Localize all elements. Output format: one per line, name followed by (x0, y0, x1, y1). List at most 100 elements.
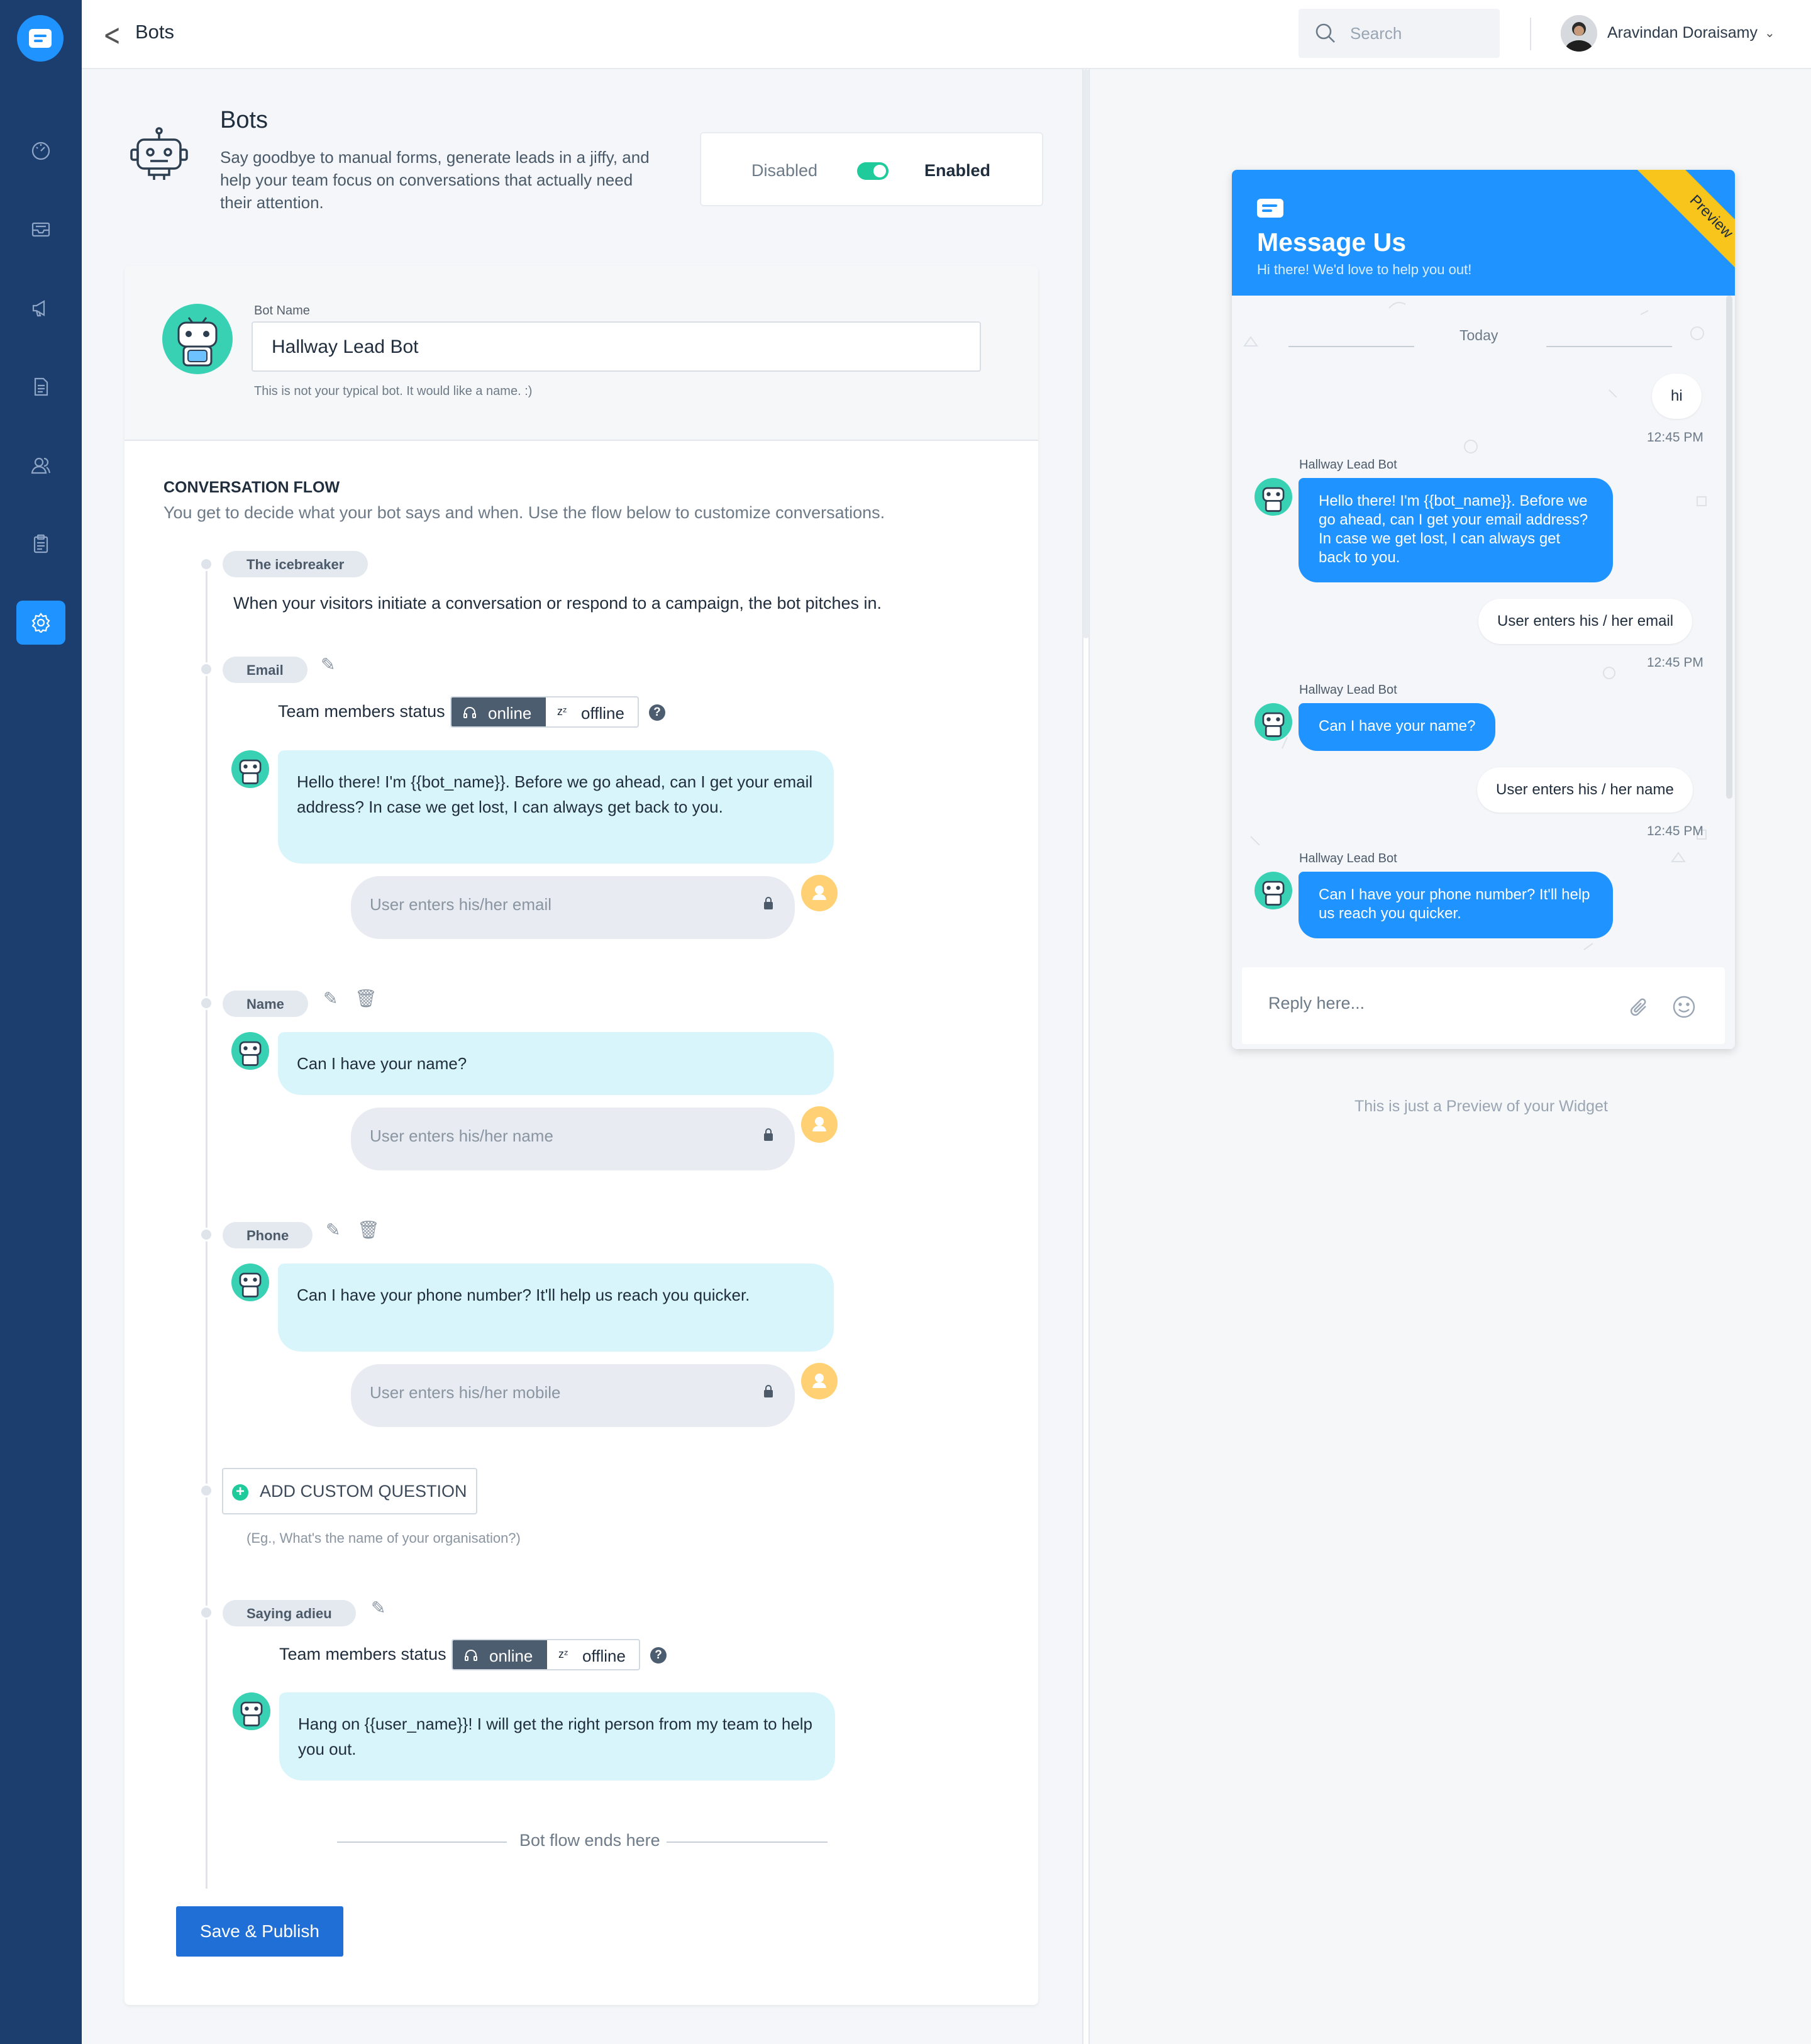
bot-message: Can I have your name? (1299, 703, 1496, 751)
preview-note: This is just a Preview of your Widget (1354, 1097, 1608, 1115)
preview-ribbon-label: Preview (1686, 191, 1735, 242)
user-message: hi (1652, 374, 1702, 419)
user-avatar-icon (801, 1363, 838, 1399)
bot-name-hint: This is not your typical bot. It would l… (254, 384, 533, 398)
edit-icon[interactable]: ✎ (321, 654, 335, 675)
edit-icon[interactable]: ✎ (323, 988, 338, 1009)
reply-placeholder: Reply here... (1268, 994, 1365, 1013)
help-icon[interactable]: ? (650, 1647, 667, 1664)
bot-avatar-icon (233, 1692, 270, 1730)
online-label: online (488, 704, 532, 723)
clipboard-icon[interactable] (16, 522, 65, 566)
enabled-label: Enabled (924, 161, 991, 180)
timeline-dot (199, 1606, 213, 1619)
chevron-down-icon[interactable]: ⌄ (1764, 25, 1775, 41)
status-online-button[interactable]: online (451, 697, 546, 726)
settings-icon[interactable] (16, 601, 65, 645)
disabled-label: Disabled (751, 161, 818, 180)
lock-icon (764, 1385, 773, 1397)
attachment-icon[interactable] (1628, 996, 1651, 1019)
bot-message-phone[interactable]: Can I have your phone number? It'll help… (278, 1264, 834, 1352)
avatar[interactable] (1561, 15, 1597, 52)
end-divider-right (664, 1841, 828, 1843)
team-status-label: Team members status (279, 1645, 446, 1664)
conversation-flow-description: You get to decide what your bot says and… (163, 503, 885, 522)
page-title: Bots (135, 21, 175, 43)
user-input-email-text: User enters his/her email (370, 895, 551, 914)
bot-message: Can I have your phone number? It'll help… (1299, 872, 1613, 938)
document-icon[interactable] (16, 365, 65, 409)
timeline-dot (199, 557, 213, 571)
user-input-email: User enters his/her email (351, 876, 795, 939)
campaign-icon[interactable] (16, 286, 65, 330)
reply-input[interactable]: Reply here... (1242, 967, 1725, 1044)
edit-icon[interactable]: ✎ (371, 1597, 385, 1618)
widget-scrollbar[interactable] (1726, 296, 1732, 799)
bot-status-toggle[interactable] (857, 162, 889, 180)
add-question-hint: (Eg., What's the name of your organisati… (246, 1530, 521, 1546)
save-publish-button[interactable]: Save & Publish (176, 1906, 343, 1957)
today-divider-left (1288, 346, 1414, 347)
bot-avatar-icon (231, 750, 269, 788)
bot-name-label: Hallway Lead Bot (1299, 683, 1397, 697)
user-name[interactable]: Aravindan Doraisamy (1607, 24, 1758, 42)
contacts-icon[interactable] (16, 443, 65, 487)
status-offline-button[interactable]: zᶻ offline (546, 697, 638, 726)
search-placeholder: Search (1350, 24, 1402, 43)
online-label: online (489, 1647, 533, 1665)
user-avatar-icon (801, 1106, 838, 1143)
emoji-icon[interactable] (1672, 995, 1696, 1019)
team-status-segmented: online zᶻ offline (451, 1639, 640, 1670)
conversation-flow-heading: CONVERSATION FLOW (163, 479, 340, 496)
today-label: Today (1459, 327, 1498, 343)
bot-message-name[interactable]: Can I have your name? (278, 1032, 834, 1095)
topbar-divider (1530, 18, 1531, 50)
step-pill-email: Email (223, 657, 307, 683)
sleep-icon: zᶻ (557, 705, 567, 718)
user-input-phone-text: User enters his/her mobile (370, 1383, 561, 1402)
bot-avatar-icon (1254, 478, 1292, 516)
user-input-phone: User enters his/her mobile (351, 1364, 795, 1427)
status-online-button[interactable]: online (453, 1640, 547, 1669)
timeline-dot (199, 1484, 213, 1497)
add-custom-question-button[interactable]: + ADD CUSTOM QUESTION (222, 1468, 477, 1514)
trash-icon[interactable]: 🗑 (357, 1219, 380, 1240)
intro-description: Say goodbye to manual forms, generate le… (220, 148, 650, 212)
message-time: 12:45 PM (1647, 824, 1703, 838)
bot-name-input[interactable]: Hallway Lead Bot (252, 321, 981, 372)
bot-avatar-icon (1254, 872, 1292, 909)
search-input[interactable]: Search (1299, 9, 1500, 58)
edit-icon[interactable]: ✎ (326, 1219, 340, 1240)
sidebar (0, 0, 82, 2044)
plus-icon: + (232, 1484, 248, 1501)
trash-icon[interactable]: 🗑 (355, 988, 377, 1009)
bot-avatar-icon (231, 1264, 269, 1301)
bot-status-card: Disabled Enabled (700, 132, 1043, 206)
icebreaker-text: When your visitors initiate a conversati… (233, 594, 882, 613)
step-pill-adieu: Saying adieu (223, 1600, 356, 1626)
help-icon[interactable]: ? (649, 704, 665, 721)
step-pill-phone: Phone (223, 1222, 313, 1248)
end-divider-left (337, 1841, 507, 1843)
sleep-icon: zᶻ (558, 1648, 568, 1660)
preview-ribbon: Preview (1626, 170, 1735, 302)
offline-label: offline (582, 1647, 626, 1665)
back-chevron-icon[interactable]: < (103, 18, 121, 53)
bot-name-value: Hallway Lead Bot (272, 336, 419, 357)
bot-message: Hello there! I'm {{bot_name}}. Before we… (1299, 478, 1613, 582)
app-logo-icon[interactable] (17, 15, 64, 62)
robot-icon (129, 126, 189, 189)
bot-message-email[interactable]: Hello there! I'm {{bot_name}}. Before we… (278, 750, 834, 864)
bot-name-label: Hallway Lead Bot (1299, 852, 1397, 865)
bot-avatar-icon (231, 1032, 269, 1070)
user-message: User enters his / her name (1477, 767, 1693, 813)
today-divider-right (1546, 346, 1672, 347)
widget-title: Message Us (1257, 228, 1407, 257)
dashboard-icon[interactable] (16, 129, 65, 173)
timeline-dot (199, 1228, 213, 1241)
status-offline-button[interactable]: zᶻ offline (547, 1640, 639, 1669)
inbox-icon[interactable] (16, 208, 65, 252)
flow-end-text: Bot flow ends here (513, 1831, 667, 1850)
scrollbar-thumb[interactable] (1083, 69, 1089, 638)
bot-message-adieu[interactable]: Hang on {{user_name}}! I will get the ri… (279, 1692, 835, 1780)
